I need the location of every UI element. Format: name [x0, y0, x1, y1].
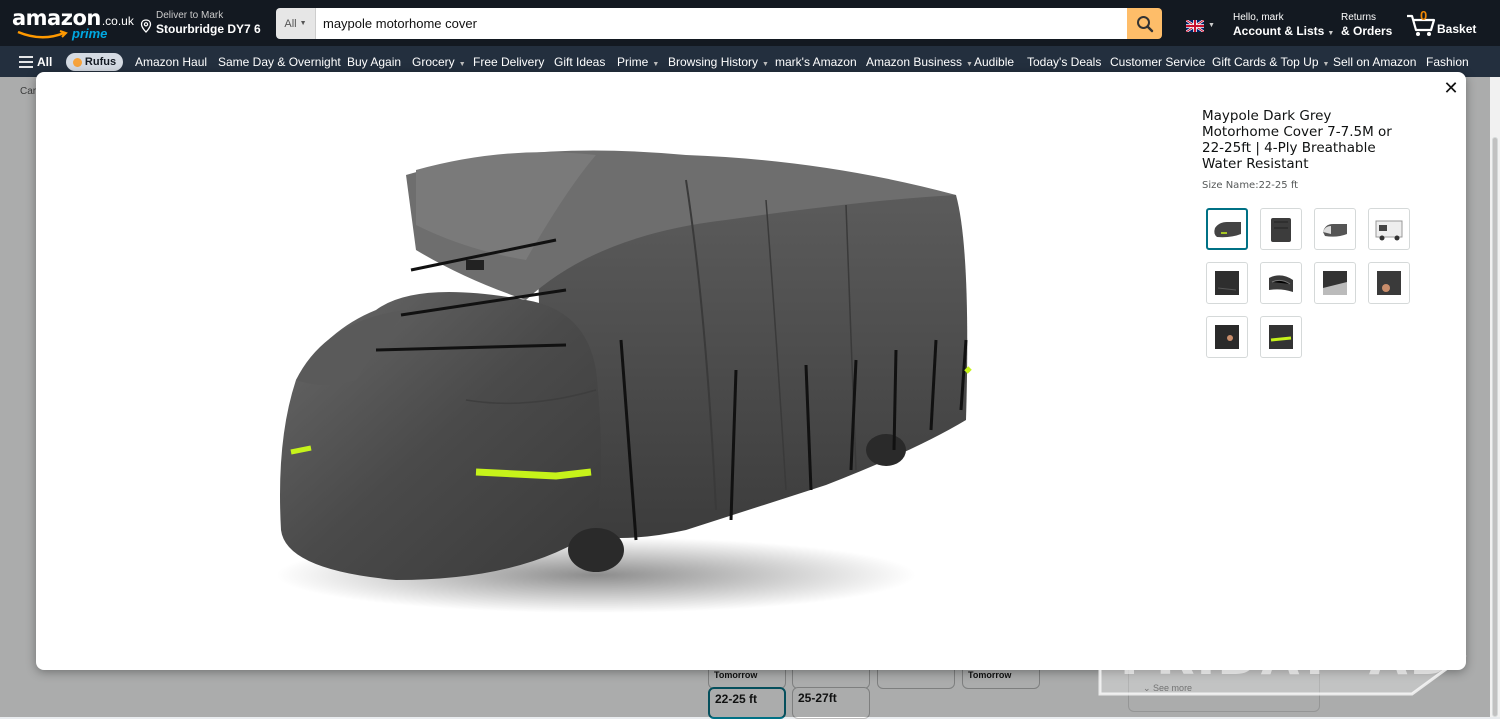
- chevron-down-icon: ▼: [1327, 30, 1335, 37]
- chevron-down-icon: ▼: [458, 61, 466, 68]
- chevron-down-icon: ▼: [1322, 61, 1330, 68]
- thumbnail-3[interactable]: [1314, 208, 1356, 250]
- scrollbar-thumb[interactable]: [1492, 137, 1498, 717]
- deliver-to[interactable]: Deliver to Mark Stourbridge DY7 6: [140, 10, 261, 38]
- search-button[interactable]: [1127, 8, 1162, 39]
- page-scrollbar[interactable]: [1490, 77, 1500, 717]
- thumbnail-10[interactable]: [1260, 316, 1302, 358]
- nav-item[interactable]: Grocery ▼: [412, 55, 466, 69]
- language-selector[interactable]: ▼: [1185, 19, 1216, 33]
- chevron-down-icon: ▼: [966, 61, 973, 68]
- watermark-text: FRIDAY•AD: [1120, 628, 1454, 686]
- thumbnail-8[interactable]: [1368, 262, 1410, 304]
- thumbnail-5[interactable]: [1206, 262, 1248, 304]
- nav-item[interactable]: Sell on Amazon: [1333, 55, 1416, 69]
- uk-flag-icon: [1185, 19, 1205, 33]
- thumbnail-image: [1323, 224, 1347, 237]
- size-name-label: Size Name:22-25 ft: [1202, 180, 1299, 191]
- main-product-image[interactable]: [266, 110, 986, 620]
- basket-button[interactable]: 0 Basket: [1405, 8, 1477, 38]
- image-gallery-modal: ✕ Maypole Dark Grey Motorhome Cover 7-7.…: [36, 72, 1466, 670]
- nav-item[interactable]: Browsing History ▼: [668, 55, 769, 69]
- returns-orders[interactable]: Returns & Orders: [1341, 12, 1392, 39]
- thumbnail-image: [1377, 271, 1401, 295]
- watermark: FRIDAY•AD: [1094, 614, 1470, 698]
- nav-item[interactable]: Today's Deals: [1027, 55, 1101, 69]
- product-title: Maypole Dark Grey Motorhome Cover 7-7.5M…: [1202, 108, 1392, 172]
- thumbnail-4[interactable]: [1368, 208, 1410, 250]
- thumbnail-7[interactable]: [1314, 262, 1356, 304]
- thumbnail-1[interactable]: [1206, 208, 1248, 250]
- all-menu-button[interactable]: All: [19, 55, 52, 69]
- nav-item[interactable]: Same Day & Overnight: [218, 55, 341, 69]
- thumbnail-image: [1269, 275, 1293, 292]
- thumbnail-image: [1215, 325, 1239, 349]
- deliver-line-1: Deliver to Mark: [156, 10, 224, 21]
- account-lists[interactable]: Hello, mark Account & Lists ▼: [1233, 12, 1334, 41]
- search-bar: All ▼: [276, 8, 1162, 39]
- logo-smile-icon: [17, 30, 68, 39]
- search-icon: [1136, 15, 1153, 32]
- nav-item[interactable]: Fashion: [1426, 55, 1469, 69]
- amazon-logo[interactable]: amazon.co.uk prime: [12, 6, 134, 42]
- search-category-dropdown[interactable]: All ▼: [276, 8, 316, 39]
- nav-item[interactable]: Free Delivery: [473, 55, 544, 69]
- deliver-line-2: Stourbridge DY7 6: [156, 22, 261, 36]
- location-pin-icon: [140, 19, 152, 33]
- chevron-down-icon: ▼: [762, 61, 769, 68]
- nav-item[interactable]: Gift Cards & Top Up ▼: [1212, 55, 1329, 69]
- nav-item[interactable]: Prime ▼: [617, 55, 659, 69]
- nav-item[interactable]: Customer Service: [1110, 55, 1205, 69]
- chevron-down-icon: ▼: [299, 20, 307, 27]
- rufus-icon: [72, 57, 82, 67]
- thumbnail-2[interactable]: [1260, 208, 1302, 250]
- thumbnail-image: [1214, 222, 1241, 238]
- thumbnail-6[interactable]: [1260, 262, 1302, 304]
- thumbnail-9[interactable]: [1206, 316, 1248, 358]
- close-button[interactable]: ✕: [1441, 78, 1461, 98]
- nav-item[interactable]: mark's Amazon: [775, 55, 857, 69]
- thumbnail-image: [1215, 271, 1239, 295]
- hamburger-icon: [19, 56, 33, 68]
- nav-item[interactable]: Amazon Business ▼: [866, 55, 973, 69]
- thumbnail-image: [1271, 218, 1291, 242]
- thumbnail-image: [1269, 325, 1293, 349]
- chevron-down-icon: ▼: [1208, 22, 1215, 29]
- rufus-button[interactable]: Rufus: [66, 53, 123, 71]
- nav-item[interactable]: Gift Ideas: [554, 55, 605, 69]
- nav-item[interactable]: Buy Again: [347, 55, 401, 69]
- chevron-down-icon: ▼: [652, 61, 660, 68]
- top-header: amazon.co.uk prime Deliver to Mark Stour…: [0, 0, 1500, 46]
- search-input[interactable]: [316, 8, 1127, 39]
- basket-count: 0: [1420, 8, 1428, 23]
- thumbnail-image: [1375, 220, 1403, 241]
- basket-label: Basket: [1437, 22, 1477, 36]
- nav-item[interactable]: Amazon Haul: [135, 55, 207, 69]
- thumbnail-image: [1323, 271, 1347, 295]
- close-icon: ✕: [1443, 77, 1459, 98]
- thumbnail-grid: [1206, 208, 1426, 368]
- nav-item[interactable]: Audible: [974, 55, 1014, 69]
